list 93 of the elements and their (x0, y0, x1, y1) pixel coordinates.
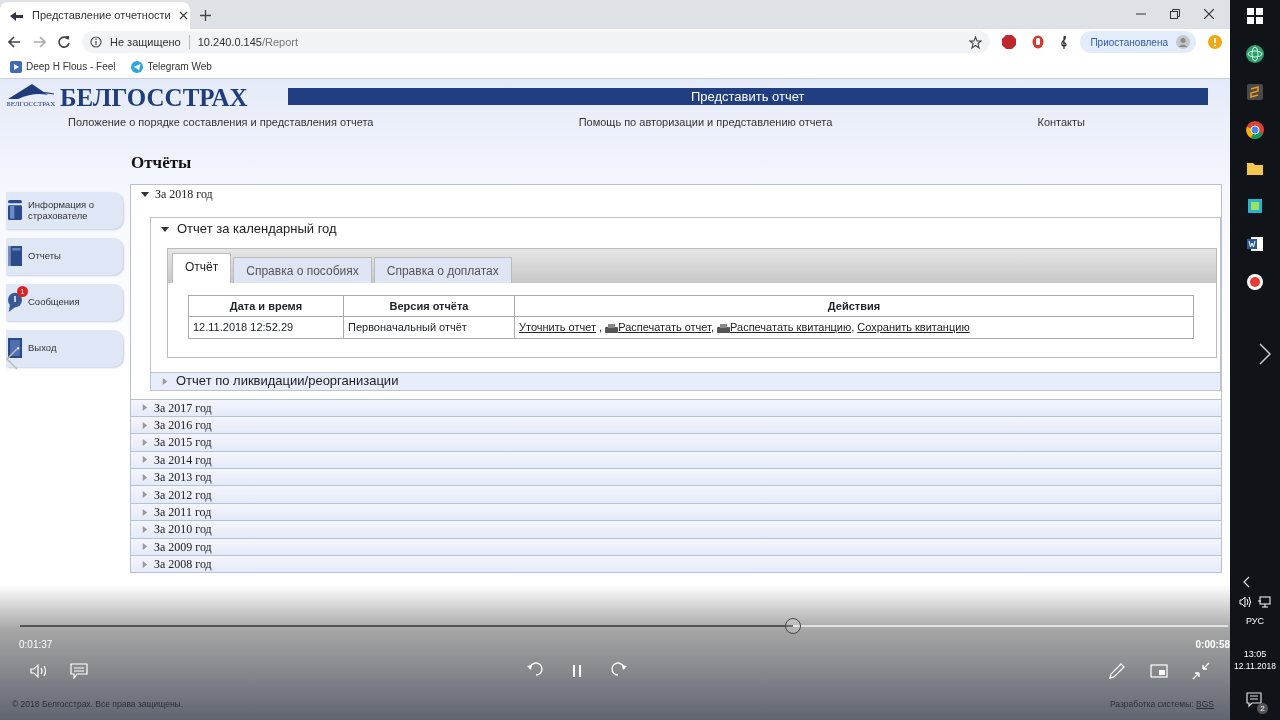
year-header[interactable]: За 2013 год (130, 468, 1222, 487)
logo-text: БЕЛГОССТРАХ (60, 84, 248, 110)
pause-icon[interactable] (570, 664, 584, 678)
avatar-icon (1176, 35, 1190, 49)
year-header[interactable]: За 2010 год (130, 520, 1222, 539)
document-icon[interactable] (1246, 235, 1264, 253)
page-title: Отчёты (131, 152, 193, 174)
collapsed-arrow-icon[interactable] (141, 438, 148, 446)
treble-clef-icon[interactable] (1060, 35, 1069, 49)
exit-fullscreen-icon[interactable] (1192, 662, 1210, 680)
nav-link[interactable]: Помощь по авторизации и представлению отчета (578, 113, 833, 130)
page-icon (8, 9, 24, 22)
sidebar-item[interactable]: Отчеты (6, 237, 123, 275)
browser-tab[interactable]: Представление отчетности (0, 2, 190, 29)
editor-icon[interactable] (1246, 83, 1264, 101)
notebook-icon (8, 246, 22, 266)
logo-icon (6, 83, 56, 99)
play-icon (10, 60, 22, 73)
atom-icon[interactable] (1246, 45, 1264, 63)
section-header[interactable]: Отчет за календарный год (151, 217, 1220, 240)
credit-text: Разработка системы: (1109, 699, 1194, 710)
report-tab[interactable]: Справка о доплатах (373, 256, 512, 283)
collapsed-arrow-icon[interactable] (141, 560, 148, 568)
address-bar[interactable]: Не защищено 10.240.0.145/Report (82, 31, 991, 53)
notification-icon[interactable] (1246, 691, 1264, 710)
close-icon[interactable] (178, 11, 188, 20)
sidebar-item[interactable]: Выход (6, 329, 123, 367)
record-icon[interactable] (1246, 273, 1264, 291)
nav-link[interactable]: Контакты (1037, 113, 1085, 130)
collapsed-arrow-icon[interactable] (141, 456, 148, 464)
year-header[interactable]: За 2018 год (131, 184, 1221, 203)
star-icon[interactable] (969, 35, 983, 49)
monitor-icon[interactable] (1257, 595, 1271, 608)
sidebar-item[interactable]: Информация о страхователе (6, 191, 123, 229)
app-icon[interactable] (1246, 197, 1264, 215)
stop-sign-icon[interactable] (1002, 35, 1017, 49)
table-cell: 12.11.2018 12:52.29 (188, 316, 344, 338)
separator-text: , (598, 321, 603, 333)
expanded-arrow-icon[interactable] (161, 224, 169, 233)
pencil-icon[interactable] (1108, 662, 1126, 680)
clock-time: 13:05 (1243, 649, 1267, 661)
collapsed-arrow-icon[interactable] (141, 404, 148, 412)
column-header: Действия (514, 295, 1194, 317)
column-header: Версия отчёта (343, 295, 515, 317)
close-icon[interactable] (1204, 8, 1214, 19)
mini-player-icon[interactable] (1150, 664, 1168, 678)
profile-button[interactable]: Приостановлена (1080, 31, 1196, 53)
windows-icon[interactable] (1246, 7, 1264, 25)
volume-icon[interactable] (1239, 595, 1253, 608)
browser-icon[interactable] (1246, 121, 1264, 139)
collapsed-arrow-icon[interactable] (141, 525, 148, 533)
new-tab-icon[interactable] (200, 10, 211, 21)
chevron-icon[interactable] (1242, 575, 1250, 588)
action-link[interactable]: Сохранить квитанцию (857, 321, 970, 333)
year-header[interactable]: За 2015 год (130, 433, 1222, 452)
report-tab[interactable]: Справка о пособиях (233, 256, 372, 283)
table-cell: Первоначальный отчёт (343, 316, 515, 338)
separator-text: , (710, 321, 714, 333)
captions-icon[interactable] (70, 663, 88, 679)
language-indicator[interactable]: РУС (1246, 615, 1264, 628)
printer-icon (717, 323, 731, 333)
separator-text: , (851, 321, 855, 333)
elapsed-time: 0:01:37 (19, 638, 53, 652)
action-link[interactable]: Распечатать отчет (618, 321, 711, 333)
report-tab[interactable]: Отчёт (172, 252, 232, 283)
printer-icon (605, 323, 619, 333)
banner-link[interactable]: Представить отчет (287, 87, 1208, 105)
collapsed-arrow-icon[interactable] (141, 473, 148, 481)
year-header[interactable]: За 2008 год (130, 555, 1222, 574)
bookmark-link[interactable]: Telegram Web (131, 59, 212, 74)
bookmark-link[interactable]: Deep H Flous - Feel (10, 59, 116, 74)
seek-thumb[interactable] (785, 618, 802, 634)
speech-bubble-icon (8, 292, 22, 312)
restore-icon[interactable] (1170, 8, 1180, 19)
collapsed-arrow-icon[interactable] (141, 421, 148, 429)
collapsed-arrow-icon[interactable] (141, 543, 148, 551)
action-link[interactable]: Уточнить отчет (519, 321, 596, 333)
column-header: Дата и время (188, 295, 344, 317)
copyright-text: © 2018 Белгосстрах. Все права защищены. (12, 698, 184, 711)
year-header[interactable]: За 2012 год (130, 485, 1222, 504)
remaining-time: 0:00:58 (1195, 638, 1230, 652)
url-text: 10.240.0.145/Report (197, 34, 299, 50)
tab-title: Представление отчетности (32, 8, 171, 24)
collapsed-arrow-icon[interactable] (141, 508, 148, 516)
security-label: Не защищено (110, 34, 181, 50)
clock-date: 12.11.2018 (1234, 660, 1276, 672)
collapsed-arrow-icon[interactable] (141, 491, 148, 499)
nav-link[interactable]: Положение о порядке составления и представления отчета (68, 113, 374, 130)
expanded-arrow-icon[interactable] (141, 189, 149, 198)
notification-count: 2 (1257, 703, 1268, 714)
paper-plane-icon (131, 60, 144, 73)
reload-icon[interactable] (58, 36, 70, 48)
back-icon[interactable] (8, 36, 21, 48)
